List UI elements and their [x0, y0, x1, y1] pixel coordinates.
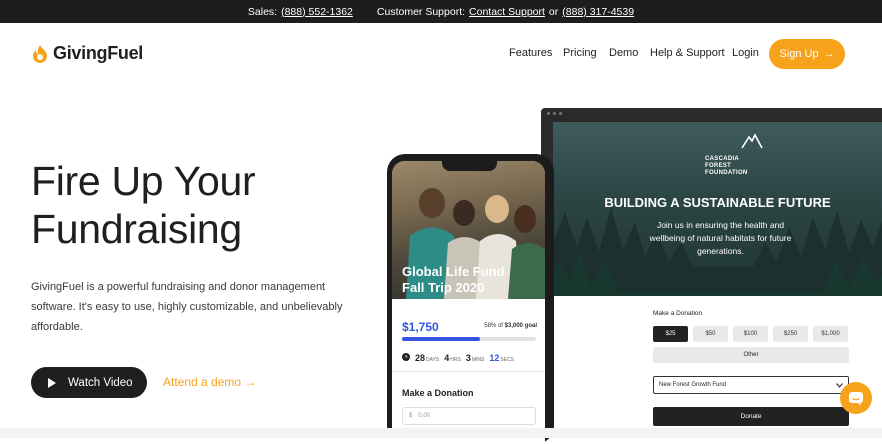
chat-launcher-button[interactable] [840, 382, 872, 414]
goal-progress-text: 58% of $3,000 goal [484, 323, 537, 329]
or-text: or [548, 5, 559, 18]
arrow-right-icon: → [823, 48, 835, 60]
amount-raised: $1,750 [402, 320, 439, 334]
window-dots [547, 112, 562, 115]
amount-option-250[interactable]: $250 [773, 326, 808, 342]
attend-demo-link[interactable]: Attend a demo → [163, 375, 256, 389]
hero-description: GivingFuel is a powerful fundraising and… [31, 281, 343, 333]
fund-select[interactable]: New Forest Growth Fund [653, 376, 849, 394]
next-section-edge [0, 428, 882, 438]
phone-mockup: Global Life Fund Fall Trip 2020 $1,750 5… [387, 154, 554, 444]
sales-label: Sales: [247, 5, 278, 18]
top-contact-bar: Sales: (888) 552-1362 Customer Support: … [0, 0, 882, 23]
campaign-photo: Global Life Fund Fall Trip 2020 [392, 161, 545, 299]
attend-demo-label: Attend a demo [163, 375, 242, 389]
support-label: Customer Support: [376, 5, 466, 18]
phone-amount-input[interactable]: $ 0.00 [402, 407, 536, 425]
amount-option-1000[interactable]: $1,000 [813, 326, 848, 342]
clock-icon [402, 353, 410, 361]
countdown-secs: 12SECS [489, 353, 514, 363]
donate-button[interactable]: Donate [653, 407, 849, 426]
brand-name: GivingFuel [53, 43, 144, 63]
goal-amount: $3,000 goal [504, 323, 537, 329]
goal-progress-fill [402, 337, 480, 341]
goal-progress-bar [402, 337, 536, 341]
play-icon [48, 377, 56, 388]
nav-demo[interactable]: Demo [609, 47, 638, 59]
watch-video-label: Watch Video [68, 376, 133, 389]
nav-login[interactable]: Login [732, 47, 759, 59]
nav-features[interactable]: Features [509, 47, 552, 59]
amount-option-100[interactable]: $100 [733, 326, 768, 342]
countdown-days: 28DAYS [415, 353, 440, 363]
sign-up-button[interactable]: Sign Up → [769, 39, 845, 69]
chevron-down-icon [836, 382, 843, 388]
desktop-screen: CASCADIA FOREST FOUNDATION BUILDING A SU… [553, 122, 882, 438]
forest-banner: CASCADIA FOREST FOUNDATION BUILDING A SU… [553, 122, 882, 296]
countdown-hours: 4HRS [444, 353, 461, 363]
nav-pricing[interactable]: Pricing [563, 47, 597, 59]
phone-notch [442, 161, 497, 171]
sales-phone-link[interactable]: (888) 552-1362 [281, 6, 353, 18]
contact-support-link[interactable]: Contact Support [469, 6, 545, 18]
countdown-mins: 3MINS [465, 353, 485, 363]
amount-option-25[interactable]: $25 [653, 326, 688, 342]
nav-help-support[interactable]: Help & Support [650, 47, 725, 59]
arrow-right-icon: → [244, 375, 257, 389]
support-phone-link[interactable]: (888) 317-4539 [562, 6, 634, 18]
chat-icon [849, 391, 863, 405]
amount-placeholder: 0.00 [418, 413, 431, 419]
make-donation-label: Make a Donation [653, 310, 703, 317]
phone-screen: Global Life Fund Fall Trip 2020 $1,750 5… [392, 161, 545, 444]
watch-video-button[interactable]: Watch Video [31, 367, 147, 398]
desktop-mockup: CASCADIA FOREST FOUNDATION BUILDING A SU… [541, 108, 882, 438]
divider [392, 371, 545, 372]
amount-option-other[interactable]: Other [653, 347, 849, 363]
mountain-logo-icon [741, 133, 763, 149]
main-nav: GivingFuel Features Pricing Demo Help & … [0, 23, 882, 85]
desktop-donation-form: Make a Donation $25 $50 $100 $250 $1,000… [653, 310, 849, 426]
goal-percent: 58% of [484, 323, 503, 329]
currency-symbol: $ [409, 413, 413, 419]
amount-options: $25 $50 $100 $250 $1,000 [653, 326, 849, 342]
brand-logo[interactable]: GivingFuel [31, 43, 143, 64]
sign-up-label: Sign Up [779, 48, 819, 60]
banner-headline: BUILDING A SUSTAINABLE FUTURE [604, 195, 831, 210]
banner-subtext: Join us in ensuring the health and wellb… [649, 220, 792, 256]
campaign-title: Global Life Fund Fall Trip 2020 [402, 264, 505, 295]
countdown-timer: 28DAYS 4HRS 3MINS 12SECS [402, 353, 514, 363]
phone-make-donation-label: Make a Donation [402, 388, 474, 398]
foundation-name: CASCADIA FOREST FOUNDATION [705, 156, 748, 176]
amount-option-50[interactable]: $50 [693, 326, 728, 342]
hero-title: Fire Up Your Fundraising [31, 158, 256, 252]
flame-icon [33, 44, 47, 63]
fund-select-value: New Forest Growth Fund [659, 382, 727, 388]
